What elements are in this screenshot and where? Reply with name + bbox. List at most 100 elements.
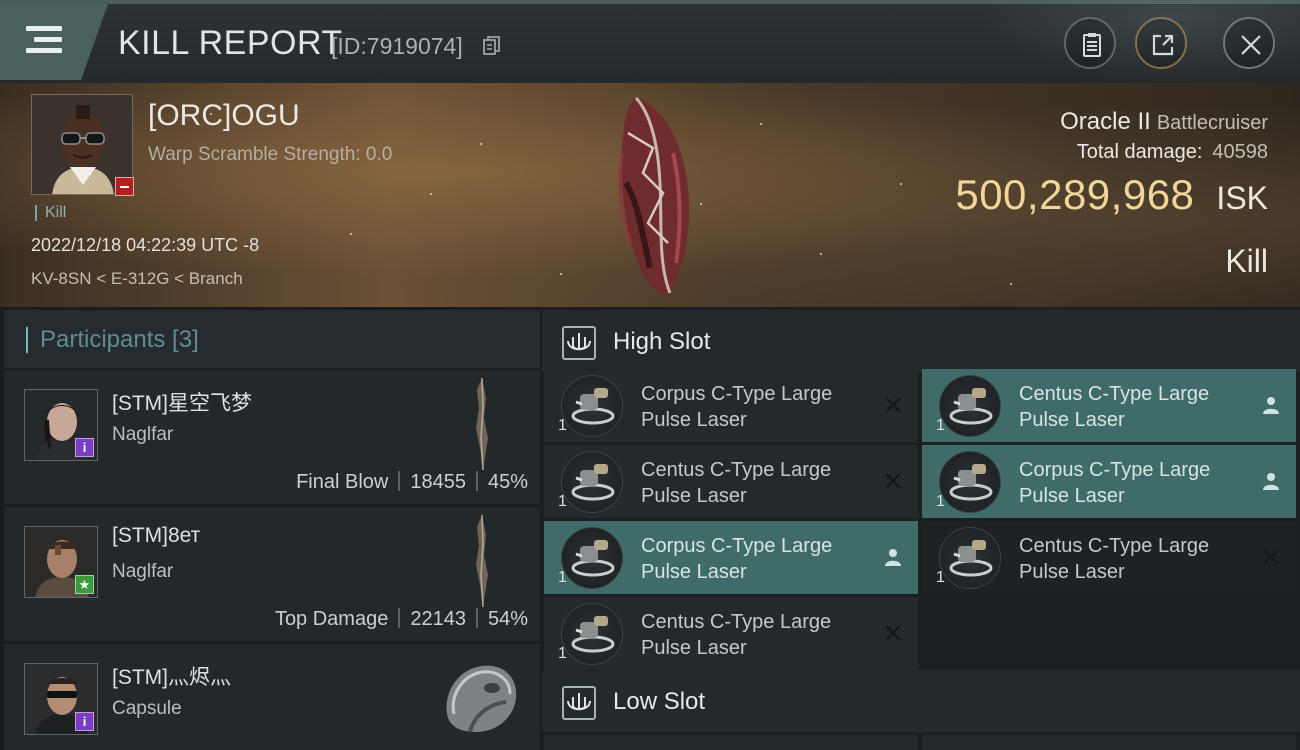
low-slot-header: Low Slot — [542, 670, 1300, 732]
module-name: Centus C-Type Large Pulse Laser — [1019, 535, 1210, 583]
participants-title: Participants [3] — [26, 327, 199, 353]
participant-ship: Capsule — [112, 698, 182, 719]
kill-report-header: KILL REPORT [ID:7919074] — [0, 0, 1300, 83]
module-name: Centus C-Type Large Pulse Laser — [641, 459, 832, 507]
dropped-person-icon — [1263, 397, 1279, 414]
participant-role: Top Damage — [274, 608, 389, 630]
participants-header: Participants [3] — [4, 310, 540, 368]
module-item[interactable] — [544, 735, 918, 750]
high-slot-label: High Slot — [613, 328, 711, 355]
module-item[interactable] — [922, 735, 1296, 750]
module-name: Centus C-Type Large Pulse Laser — [1019, 383, 1210, 431]
star-badge: ★ — [75, 575, 94, 594]
module-name: Corpus C-Type Large Pulse Laser — [641, 383, 833, 431]
kill-result: Kill — [1225, 243, 1268, 279]
participant-row[interactable]: ★ [STM]8ет Naglfar Top Damage 22143 54% — [4, 507, 540, 641]
capsule-image[interactable] — [440, 658, 520, 736]
ship-image[interactable] — [470, 515, 494, 607]
pulse-laser-icon — [561, 603, 623, 665]
pulse-laser-icon — [561, 375, 623, 437]
module-item[interactable]: 1 Centus C-Type Large Pulse Laser — [922, 369, 1296, 442]
share-icon — [1152, 34, 1174, 56]
total-damage: Total damage: 40598 — [1077, 141, 1268, 164]
info-badge: i — [75, 712, 94, 731]
module-item[interactable]: 1 Corpus C-Type Large Pulse Laser — [922, 445, 1296, 518]
destroyed-icon — [885, 397, 901, 413]
clipboard-button[interactable] — [1064, 17, 1116, 69]
participant-name[interactable]: [STM]8ет — [112, 524, 200, 548]
kill-location[interactable]: KV-8SN < E-312G < Branch — [31, 269, 243, 289]
destroyed-icon — [885, 625, 901, 641]
participant-percent: 54% — [487, 608, 528, 630]
participant-row[interactable]: i [STM]星空飞梦 Naglfar Final Blow 18455 45% — [4, 370, 540, 504]
module-item[interactable]: 1 Centus C-Type Large Pulse Laser — [544, 597, 918, 670]
dropped-person-icon — [1263, 473, 1279, 490]
participant-damage: 18455 — [410, 471, 466, 493]
high-slot-header: High Slot — [542, 310, 1300, 372]
pulse-laser-icon — [561, 451, 623, 513]
victim-ship: Oracle II Battlecruiser — [1060, 108, 1268, 136]
module-quantity: 1 — [558, 569, 567, 586]
module-quantity: 1 — [558, 417, 567, 434]
victim-banner: [ORC]OGU Warp Scramble Strength: 0.0 Kil… — [0, 83, 1300, 307]
participant-damage: 22143 — [410, 608, 466, 630]
participant-ship: Naglfar — [112, 424, 174, 445]
kill-type-tag: Kill — [35, 205, 66, 221]
isk-unit: ISK — [1216, 180, 1268, 216]
total-damage-label: Total damage: — [1076, 141, 1203, 163]
warp-scramble-strength: Warp Scramble Strength: 0.0 — [148, 144, 393, 165]
standing-badge — [115, 177, 134, 196]
participant-percent: 45% — [487, 471, 528, 493]
module-quantity: 1 — [936, 417, 945, 434]
module-name: Corpus C-Type Large Pulse Laser — [1019, 459, 1211, 507]
high-slot-icon — [562, 326, 596, 360]
kill-datetime: 2022/12/18 04:22:39 UTC -8 — [31, 235, 260, 255]
module-quantity: 1 — [936, 493, 945, 510]
close-button[interactable] — [1223, 17, 1275, 69]
kill-id: [ID:7919074] — [331, 33, 463, 59]
participant-stats: Final Blow 18455 45% — [296, 471, 528, 494]
module-item[interactable]: 1 Centus C-Type Large Pulse Laser — [922, 521, 1296, 594]
share-button[interactable] — [1135, 17, 1187, 69]
participant-name[interactable]: [STM]灬烬灬 — [112, 661, 231, 691]
victim-name[interactable]: [ORC]OGU — [148, 99, 300, 133]
copy-icon[interactable] — [483, 36, 501, 56]
isk-value: 500,289,968 ISK — [955, 171, 1268, 219]
module-item[interactable]: 1 Centus C-Type Large Pulse Laser — [544, 445, 918, 518]
participant-name[interactable]: [STM]星空飞梦 — [112, 387, 252, 417]
low-slot-icon — [562, 686, 596, 720]
participant-stats: Top Damage 22143 54% — [275, 608, 528, 631]
isk-amount: 500,289,968 — [955, 171, 1195, 218]
pulse-laser-icon — [939, 527, 1001, 589]
menu-icon — [26, 48, 62, 53]
menu-button[interactable] — [0, 4, 108, 80]
ship-name[interactable]: Oracle II — [1060, 108, 1151, 135]
participants-panel: Participants [3] i [STM]星空飞梦 Naglfar Fin… — [0, 307, 542, 750]
pulse-laser-icon — [561, 527, 623, 589]
module-quantity: 1 — [936, 569, 945, 586]
fitting-panel: High Slot 1 Corpus C-Type Large Pulse La… — [542, 307, 1300, 750]
clipboard-icon — [1083, 33, 1101, 57]
module-name: Centus C-Type Large Pulse Laser — [641, 611, 832, 659]
module-quantity: 1 — [558, 645, 567, 662]
participant-row[interactable]: i [STM]灬烬灬 Capsule — [4, 644, 540, 750]
module-item[interactable]: 1 Corpus C-Type Large Pulse Laser — [544, 521, 918, 594]
close-icon — [1241, 35, 1261, 55]
module-name: Corpus C-Type Large Pulse Laser — [641, 535, 833, 583]
dropped-person-icon — [885, 549, 901, 566]
module-quantity: 1 — [558, 493, 567, 510]
menu-icon — [34, 37, 62, 42]
ship-class: Battlecruiser — [1156, 112, 1268, 134]
low-slot-label: Low Slot — [613, 688, 706, 715]
total-damage-value: 40598 — [1212, 141, 1268, 163]
info-badge: i — [75, 438, 94, 457]
victim-ship-image[interactable] — [598, 93, 708, 298]
pulse-laser-icon — [939, 375, 1001, 437]
ship-image[interactable] — [470, 378, 494, 470]
participant-role: Final Blow — [296, 471, 389, 493]
destroyed-icon — [1263, 549, 1279, 565]
menu-icon — [26, 26, 62, 31]
participant-ship: Naglfar — [112, 561, 174, 582]
module-item[interactable]: 1 Corpus C-Type Large Pulse Laser — [544, 369, 918, 442]
destroyed-icon — [885, 473, 901, 489]
